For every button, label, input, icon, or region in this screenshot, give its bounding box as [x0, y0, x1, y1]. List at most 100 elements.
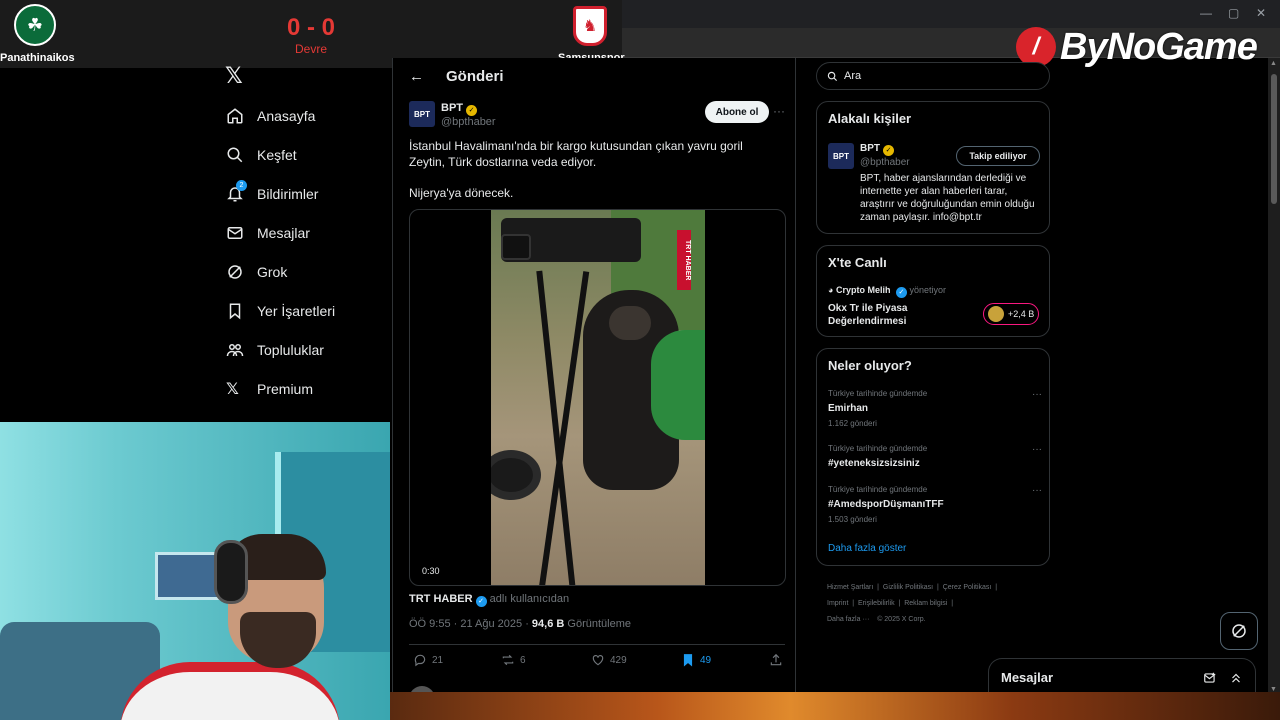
post-meta: ÖÖ 9:55 · 21 Ağu 2025 · 94,6 B Görüntüle…	[409, 618, 631, 630]
sidebar-item-label: Bildirimler	[257, 185, 319, 202]
back-arrow-icon[interactable]: ←	[409, 68, 424, 85]
live-on-x-card[interactable]: X'te Canlı ◕ Crypto Melih ✓ yönetiyor Ok…	[816, 245, 1050, 337]
following-button[interactable]: Takip ediliyor	[956, 146, 1040, 166]
trend-item[interactable]: Türkiye tarihinde gündemde Emirhan 1.162…	[828, 389, 1042, 428]
related-name: BPT	[860, 143, 880, 154]
related-handle[interactable]: @bpthaber	[860, 157, 910, 168]
trends-card: Neler oluyor? Türkiye tarihinde gündemde…	[816, 348, 1050, 566]
sidebar-nav: Anasayfa Keşfet 2 Bildirimler Mesajlar G…	[222, 96, 392, 408]
card-title: Alakalı kişiler	[828, 111, 912, 126]
trt-haber-watermark: TRT HABER	[677, 230, 691, 290]
more-options-icon[interactable]: ···	[773, 104, 785, 118]
expand-icon[interactable]	[1229, 671, 1243, 685]
search-box[interactable]	[816, 62, 1050, 90]
author-name-row[interactable]: BPT ✓	[441, 102, 477, 116]
brand-name: ByNoGame	[1060, 25, 1258, 68]
video-camera-object	[501, 218, 641, 262]
grok-floating-button[interactable]	[1220, 612, 1258, 650]
footer-link[interactable]: Çerez Politikası	[943, 584, 992, 591]
related-people-card: Alakalı kişiler BPT BPT ✓ @bpthaber Takip…	[816, 101, 1050, 234]
sidebar-item-home[interactable]: Anasayfa	[222, 96, 392, 135]
notification-badge: 2	[236, 179, 247, 191]
trend-name: #yeteneksizsizsiniz	[828, 458, 920, 469]
trend-name: #AmedsporDüşmanıTFF	[828, 499, 944, 510]
minimize-icon[interactable]: —	[1200, 6, 1212, 20]
scroll-up-icon[interactable]: ▲	[1270, 60, 1277, 67]
trend-name: Emirhan	[828, 403, 869, 414]
grok-icon	[226, 262, 252, 282]
sidebar-item-premium[interactable]: 𝕏 Premium	[222, 369, 392, 408]
listener-avatar-icon	[988, 306, 1004, 322]
trend-context: Türkiye tarihinde gündemde	[828, 485, 928, 494]
sidebar-item-explore[interactable]: Keşfet	[222, 135, 392, 174]
new-message-icon[interactable]	[1203, 671, 1217, 685]
sidebar-item-communities[interactable]: Topluluklar	[222, 330, 392, 369]
scrollbar[interactable]: ▲ ▼	[1268, 58, 1280, 700]
reply-count: 21	[432, 654, 444, 666]
sidebar-item-grok[interactable]: Grok	[222, 252, 392, 291]
post-text: İstanbul Havalimanı'nda bir kargo kutusu…	[409, 139, 743, 169]
sidebar-item-label: Topluluklar	[257, 341, 324, 358]
sidebar-item-bookmarks[interactable]: Yer İşaretleri	[222, 291, 392, 330]
footer-link[interactable]: Gizlilik Politikası	[883, 584, 933, 591]
view-count: 94,6 B	[531, 618, 565, 630]
trend-count: 1.503 gönderi	[828, 515, 877, 524]
video-source-line[interactable]: TRT HABER ✓ adlı kullanıcıdan	[409, 593, 569, 607]
bookmark-button[interactable]: 49	[681, 653, 711, 667]
author-handle[interactable]: @bpthaber	[441, 116, 496, 128]
grok-icon	[1232, 624, 1246, 638]
share-button[interactable]	[769, 653, 788, 667]
scrollbar-thumb[interactable]	[1271, 74, 1277, 204]
sidebar-item-messages[interactable]: Mesajlar	[222, 213, 392, 252]
related-avatar[interactable]: BPT	[828, 143, 854, 169]
page-title: Gönderi	[446, 68, 504, 85]
host-role: yönetiyor	[909, 285, 947, 295]
trend-item[interactable]: Türkiye tarihinde gündemde #AmedsporDüşm…	[828, 485, 1042, 524]
more-options-icon[interactable]: ···	[1032, 389, 1042, 400]
maximize-icon[interactable]: ▢	[1228, 6, 1239, 20]
reply-button[interactable]: 21	[413, 653, 443, 667]
subscribe-button[interactable]: Abone ol	[705, 101, 769, 123]
footer-link[interactable]: Erişilebilirlik	[858, 600, 895, 607]
sidebar-item-label: Mesajlar	[257, 224, 310, 241]
footer-links: Hizmet Şartları | Gizlilik Politikası | …	[827, 584, 998, 623]
post-video[interactable]: TRT HABER 0:30	[409, 209, 786, 586]
x-logo-icon: 𝕏	[226, 380, 239, 398]
trend-item[interactable]: Türkiye tarihinde gündemde #yeteneksizsi…	[828, 444, 1042, 469]
share-icon	[770, 653, 782, 666]
close-icon[interactable]: ✕	[1256, 6, 1266, 20]
copyright: © 2025 X Corp.	[877, 616, 926, 623]
source-suffix: adlı kullanıcıdan	[489, 593, 570, 605]
footer-link[interactable]: Daha fazla ···	[827, 616, 869, 623]
live-host[interactable]: ◕ Crypto Melih ✓ yönetiyor	[828, 285, 946, 298]
footer-link[interactable]: Reklam bilgisi	[904, 600, 947, 607]
footer-link[interactable]: Imprint	[827, 600, 848, 607]
footer-link[interactable]: Hizmet Şartları	[827, 584, 873, 591]
home-icon	[226, 106, 252, 126]
search-input[interactable]	[844, 70, 1034, 82]
mail-icon	[226, 223, 252, 243]
video-duration: 0:30	[422, 566, 440, 576]
video-frame[interactable]: TRT HABER	[491, 210, 705, 585]
away-team: ♞ Samsunspor	[558, 4, 625, 64]
repost-button[interactable]: 6	[501, 653, 526, 667]
show-more-link[interactable]: Daha fazla göster	[828, 543, 906, 554]
author-name: BPT	[441, 102, 463, 114]
headset-icon	[214, 540, 248, 604]
verified-gold-icon: ✓	[883, 145, 894, 156]
author-avatar[interactable]: BPT	[409, 101, 435, 127]
like-button[interactable]: 429	[591, 653, 627, 667]
verified-blue-icon: ✓	[475, 596, 487, 607]
space-title: Okx Tr ile Piyasa Değerlendirmesi	[828, 303, 908, 327]
listener-count-pill[interactable]: +2,4 B	[983, 303, 1039, 325]
match-score: 0 - 0	[286, 14, 336, 41]
sidebar-item-notifications[interactable]: 2 Bildirimler	[222, 174, 392, 213]
view-count-label: Görüntüleme	[567, 618, 631, 630]
x-logo-icon[interactable]: 𝕏	[225, 63, 243, 89]
related-name-row[interactable]: BPT ✓	[860, 143, 894, 156]
source-name[interactable]: TRT HABER	[409, 593, 473, 605]
post-timestamp[interactable]: ÖÖ 9:55 · 21 Ağu 2025 ·	[409, 618, 529, 630]
more-options-icon[interactable]: ···	[1032, 444, 1042, 455]
more-options-icon[interactable]: ···	[1032, 485, 1042, 496]
sidebar-item-label: Premium	[257, 380, 314, 397]
